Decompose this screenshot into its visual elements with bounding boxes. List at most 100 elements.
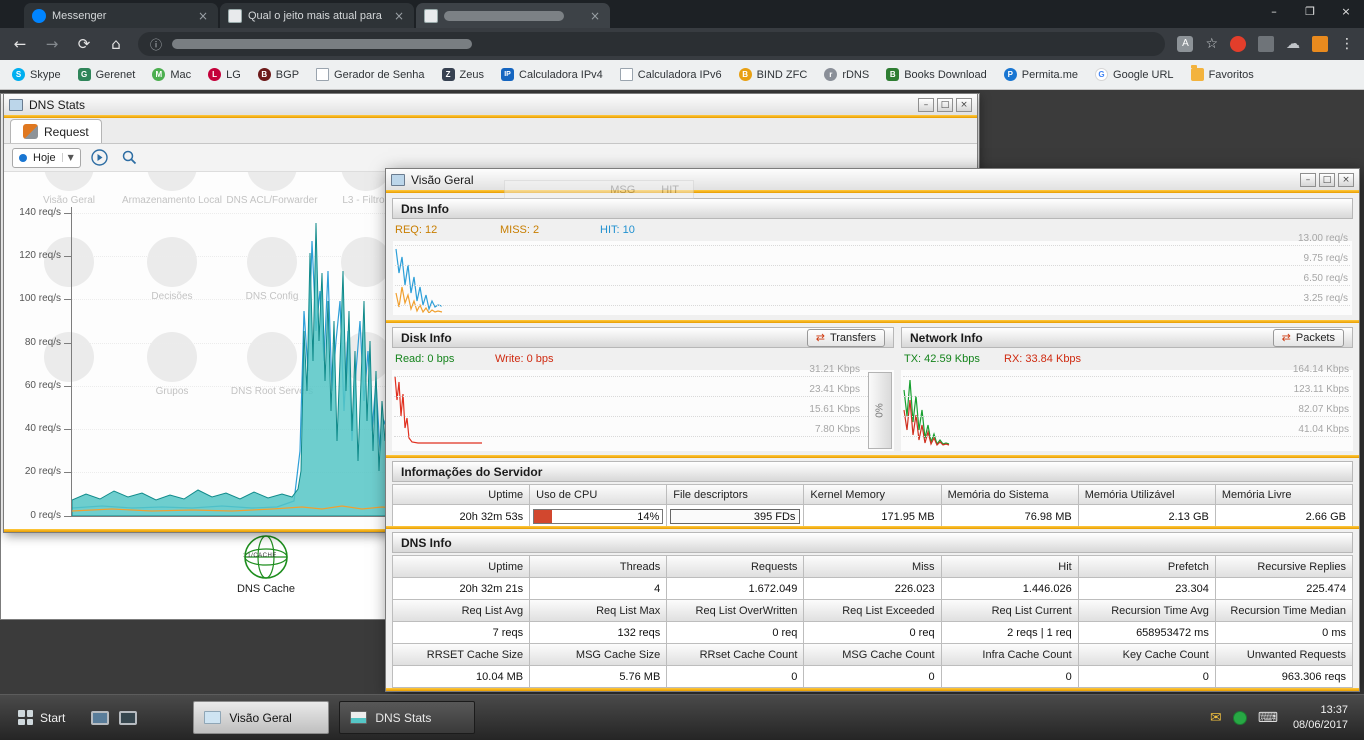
close-icon[interactable]: × bbox=[1338, 173, 1354, 187]
col-header: File descriptors bbox=[667, 485, 804, 505]
network-rx-stat: RX: 33.84 Kbps bbox=[1004, 353, 1081, 365]
taskbar-button-dns-stats[interactable]: DNS Stats bbox=[339, 701, 475, 734]
tab-request-label: Request bbox=[44, 125, 89, 139]
miss-stat: MISS: 2 bbox=[500, 224, 600, 236]
system-tray: ✉ ⌨ 13:37 08/06/2017 bbox=[1210, 703, 1354, 733]
bookmark-bind-zfc[interactable]: BBIND ZFC bbox=[739, 68, 808, 81]
visao-geral-window: MSG HIT Visão Geral – □ × Dns Info REQ: … bbox=[385, 168, 1360, 692]
dns-stats-tabbar: Request bbox=[4, 118, 977, 144]
pdf-extension-icon[interactable] bbox=[1258, 36, 1274, 52]
bookmark-mac[interactable]: MMac bbox=[152, 68, 191, 81]
bookmark-zeus[interactable]: ZZeus bbox=[442, 68, 484, 81]
dns-info-sparkline bbox=[395, 243, 443, 313]
google-favicon: G bbox=[1095, 68, 1108, 81]
taskbar-button-visao-geral[interactable]: Visão Geral bbox=[193, 701, 329, 734]
bookmark-bgp[interactable]: BBGP bbox=[258, 68, 299, 81]
minimize-icon[interactable]: – bbox=[1300, 173, 1316, 187]
window-minimize-icon[interactable]: – bbox=[1256, 0, 1292, 26]
browser-tab-2[interactable]: Qual o jeito mais atual para × bbox=[220, 3, 414, 28]
permita-favicon: P bbox=[1004, 68, 1017, 81]
quick-launch-monitor-icon[interactable] bbox=[91, 711, 109, 725]
adblocker-extension-icon[interactable] bbox=[1230, 36, 1246, 52]
visao-geral-titlebar[interactable]: Visão Geral – □ × bbox=[386, 169, 1359, 190]
period-selector[interactable]: Hoje ▼ bbox=[12, 148, 81, 168]
home-icon[interactable]: ⌂ bbox=[106, 35, 126, 53]
redacted-url bbox=[172, 39, 472, 49]
disk-read-stat: Read: 0 bps bbox=[395, 353, 495, 365]
maximize-icon[interactable]: □ bbox=[1319, 173, 1335, 187]
tab-close-icon[interactable]: × bbox=[196, 9, 210, 23]
start-button[interactable]: Start bbox=[10, 695, 73, 740]
reload-icon[interactable]: ⟳ bbox=[74, 35, 94, 53]
window-restore-icon[interactable]: ❐ bbox=[1292, 0, 1328, 26]
bookmark-google-url[interactable]: GGoogle URL bbox=[1095, 68, 1174, 81]
col-header: MSG Cache Size bbox=[530, 644, 667, 666]
translate-icon[interactable]: A bbox=[1177, 36, 1193, 52]
dns-stats-title: DNS Stats bbox=[29, 98, 85, 112]
skype-favicon: S bbox=[12, 68, 25, 81]
ghost-icon: Visão Geral bbox=[17, 172, 121, 207]
tab-request[interactable]: Request bbox=[10, 119, 102, 143]
window-close-icon[interactable]: × bbox=[1328, 0, 1364, 26]
maximize-icon[interactable]: □ bbox=[937, 98, 953, 112]
bookmark-calculadora-ipv4[interactable]: IPCalculadora IPv4 bbox=[501, 68, 603, 81]
packets-button[interactable]: ⇄ Packets bbox=[1273, 329, 1344, 347]
address-bar[interactable]: ⓘ bbox=[138, 32, 1165, 56]
bookmark-skype[interactable]: SSkype bbox=[12, 68, 61, 81]
forward-icon[interactable]: → bbox=[42, 35, 62, 53]
minimize-icon[interactable]: – bbox=[918, 98, 934, 112]
browser-tab-3-active[interactable]: × bbox=[416, 3, 610, 28]
keyboard-tray-icon[interactable]: ⌨ bbox=[1258, 710, 1278, 726]
dns-stats-titlebar[interactable]: DNS Stats – □ × bbox=[4, 94, 977, 115]
col-header: Memória do Sistema bbox=[942, 485, 1079, 505]
browser-tab-messenger[interactable]: Messenger × bbox=[24, 3, 218, 28]
page-info-icon[interactable]: ⓘ bbox=[150, 36, 162, 53]
bookmark-gerador-de-senha[interactable]: Gerador de Senha bbox=[316, 68, 425, 81]
bookmark-favoritos-folder[interactable]: Favoritos bbox=[1191, 68, 1254, 81]
back-icon[interactable]: ← bbox=[10, 35, 30, 53]
bookmark-gerenet[interactable]: GGerenet bbox=[78, 68, 136, 81]
gridline: 15.61 Kbps bbox=[394, 416, 892, 417]
transfer-arrows-icon: ⇄ bbox=[1282, 331, 1291, 344]
col-header: Key Cache Count bbox=[1079, 644, 1216, 666]
mail-tray-icon[interactable]: ✉ bbox=[1210, 710, 1222, 726]
disk-usage-gauge: 0% bbox=[868, 372, 892, 449]
tab-close-icon[interactable]: × bbox=[392, 9, 406, 23]
gridline: 9.75 req/s bbox=[395, 265, 1350, 266]
quick-launch-screens-icon[interactable] bbox=[119, 711, 137, 725]
tab-close-icon[interactable]: × bbox=[588, 9, 602, 23]
bookmark-permita-me[interactable]: PPermita.me bbox=[1004, 68, 1078, 81]
col-header: Hit bbox=[942, 556, 1079, 578]
clock-time: 13:37 bbox=[1293, 703, 1348, 718]
transfer-arrows-icon: ⇄ bbox=[816, 331, 825, 344]
browser-tabstrip: Messenger × Qual o jeito mais atual para… bbox=[0, 0, 1364, 28]
lg-favicon: L bbox=[208, 68, 221, 81]
fds-value: 395 FDs bbox=[670, 509, 800, 524]
gridline: 82.07 Kbps bbox=[903, 416, 1351, 417]
bookmark-rdns[interactable]: rrDNS bbox=[824, 68, 869, 81]
green-status-tray-icon[interactable] bbox=[1233, 711, 1247, 725]
network-sparkline bbox=[903, 372, 951, 446]
zoom-button[interactable] bbox=[119, 147, 141, 169]
cloud-extension-icon[interactable]: ☁ bbox=[1286, 36, 1300, 52]
rdns-favicon: r bbox=[824, 68, 837, 81]
bookmark-calculadora-ipv6[interactable]: Calculadora IPv6 bbox=[620, 68, 722, 81]
bookmark-star-icon[interactable]: ☆ bbox=[1205, 36, 1218, 52]
close-icon[interactable]: × bbox=[956, 98, 972, 112]
col-header: Req List Current bbox=[942, 600, 1079, 622]
document-favicon bbox=[620, 68, 633, 81]
cell-value: 225.474 bbox=[1216, 578, 1353, 600]
browser-menu-icon[interactable]: ⋮ bbox=[1340, 36, 1354, 52]
play-button[interactable] bbox=[89, 147, 111, 169]
cell-value: 0 bbox=[804, 666, 941, 688]
col-header: Requests bbox=[667, 556, 804, 578]
transfers-button[interactable]: ⇄ Transfers bbox=[807, 329, 885, 347]
download-extension-icon[interactable] bbox=[1312, 36, 1328, 52]
visao-geral-window-icon bbox=[391, 174, 405, 186]
dns-cache-app-icon[interactable]: ::1/CACHE DNS Cache bbox=[229, 534, 303, 595]
bookmark-books-download[interactable]: BBooks Download bbox=[886, 68, 987, 81]
bookmark-lg[interactable]: LLG bbox=[208, 68, 241, 81]
cpu-progress-bar: 14% bbox=[533, 509, 663, 524]
cell-value: 10.04 MB bbox=[393, 666, 530, 688]
gridline: 13.00 req/s bbox=[395, 245, 1350, 246]
